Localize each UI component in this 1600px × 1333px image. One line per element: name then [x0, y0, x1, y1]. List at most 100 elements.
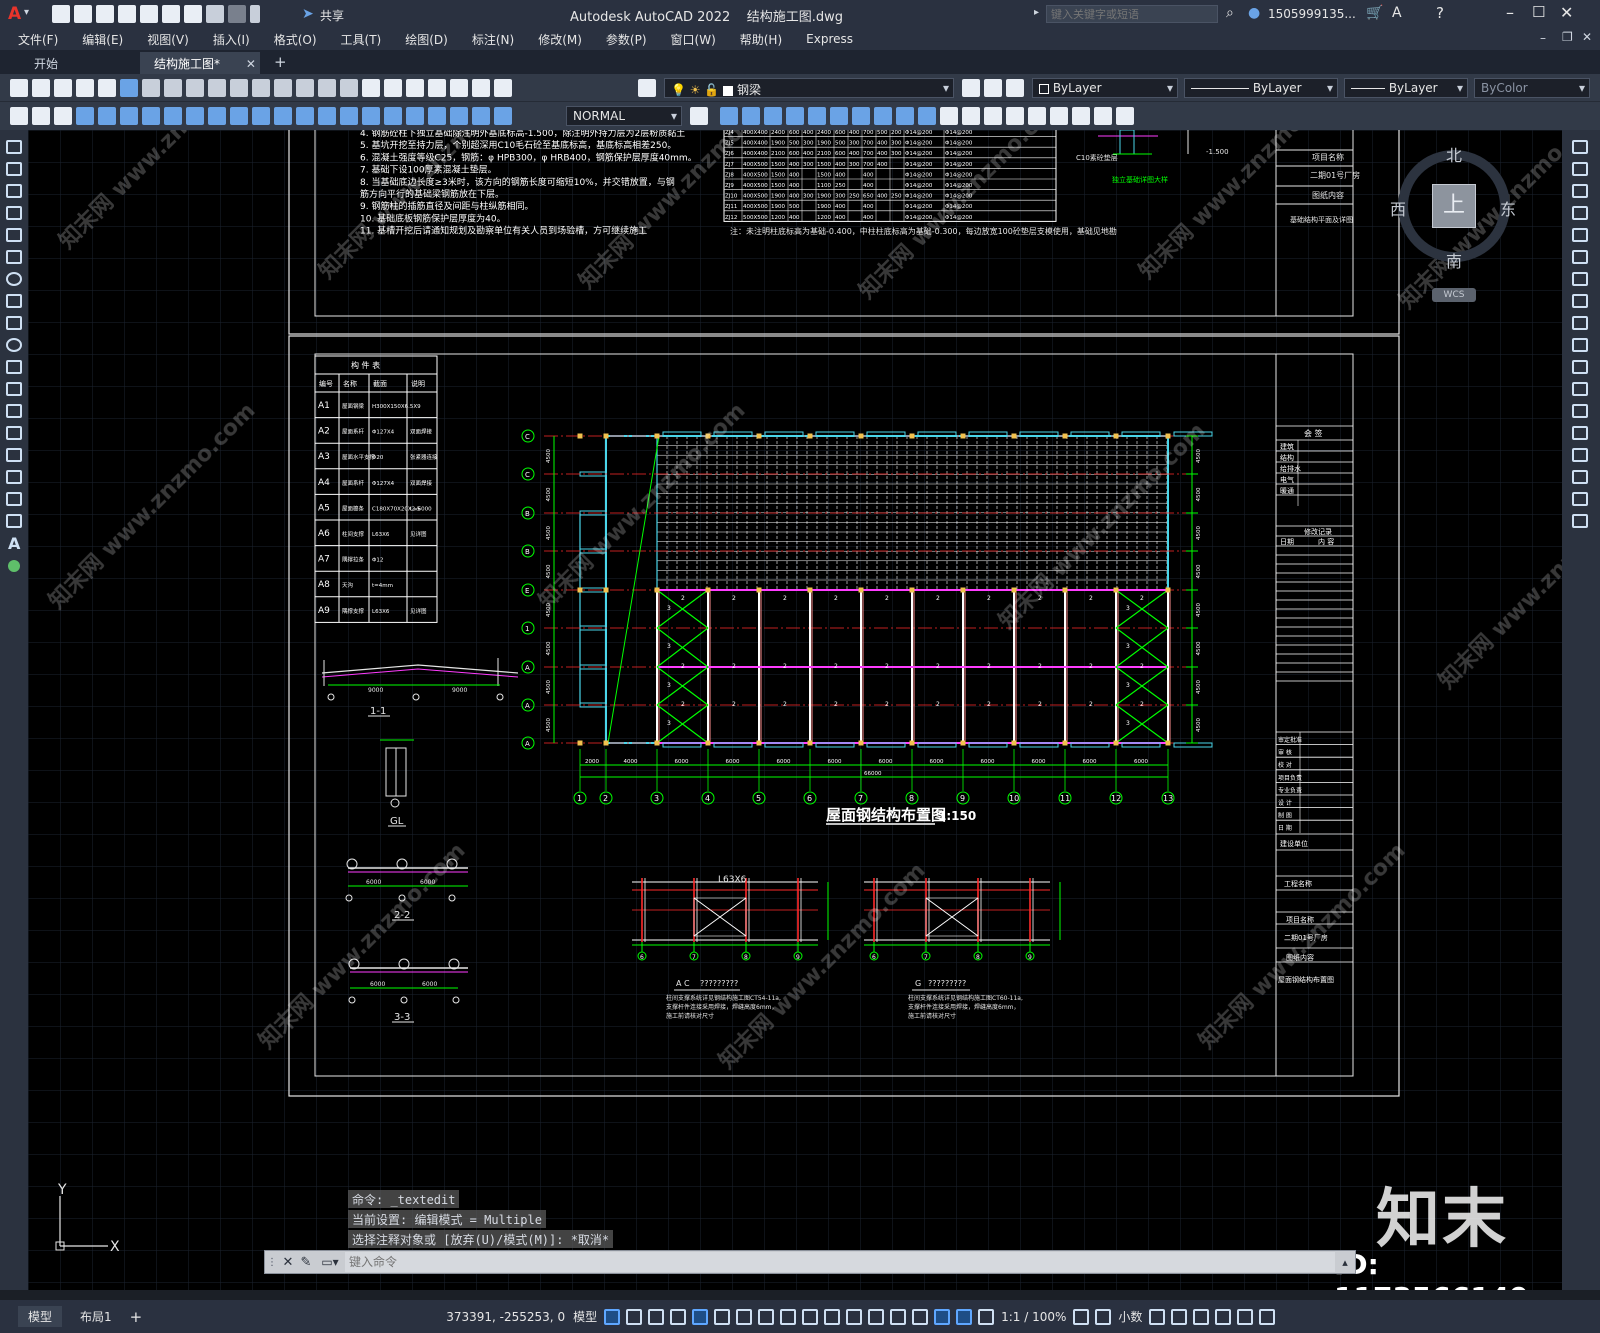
- fillet-icon[interactable]: [1572, 470, 1588, 484]
- app-menu-chevron-icon[interactable]: ▾: [24, 7, 29, 18]
- center-mark-icon[interactable]: [384, 107, 402, 125]
- user-name[interactable]: 1505999135...: [1268, 7, 1356, 21]
- tab-layout1[interactable]: 布局1: [70, 1306, 122, 1327]
- view-se-iso-icon[interactable]: [874, 107, 892, 125]
- search-input[interactable]: [1046, 5, 1218, 23]
- ucs-previous-icon[interactable]: [1094, 107, 1112, 125]
- plot-toolbar-icon[interactable]: [76, 79, 94, 97]
- viewcube-north[interactable]: 北: [1446, 142, 1462, 166]
- construction-line-icon[interactable]: [6, 162, 22, 176]
- design-center-icon[interactable]: [384, 79, 402, 97]
- multiline-text-icon[interactable]: A: [8, 534, 20, 553]
- zoom-previous-icon[interactable]: [340, 79, 358, 97]
- view-nw-iso-icon[interactable]: [918, 107, 936, 125]
- command-grip-icon[interactable]: ⋮: [265, 1257, 279, 1268]
- explode-icon[interactable]: [1572, 514, 1588, 528]
- command-recent-icon[interactable]: ▭▾: [315, 1255, 345, 1269]
- continue-dim-icon[interactable]: [296, 107, 314, 125]
- wcs-menu[interactable]: WCS: [1432, 288, 1476, 302]
- ortho-toggle-icon[interactable]: [692, 1308, 709, 1325]
- angular-dim-icon[interactable]: [230, 107, 248, 125]
- undo-toolbar-icon[interactable]: [230, 79, 248, 97]
- arc-icon[interactable]: [6, 250, 22, 264]
- save-as-icon[interactable]: [118, 5, 136, 23]
- zoom-window-icon[interactable]: [318, 79, 336, 97]
- open-file-icon[interactable]: [74, 5, 92, 23]
- copy-icon[interactable]: [164, 79, 182, 97]
- circle-icon[interactable]: [6, 272, 22, 286]
- viewcube-west[interactable]: 西: [1390, 196, 1406, 220]
- dim-break-icon[interactable]: [340, 107, 358, 125]
- camera-icon[interactable]: [940, 107, 958, 125]
- ellipse-arc-icon[interactable]: [6, 360, 22, 374]
- qnew-icon[interactable]: [10, 79, 28, 97]
- help-icon[interactable]: ?: [1436, 4, 1444, 22]
- match-properties-icon[interactable]: [208, 79, 226, 97]
- erase-icon[interactable]: [1572, 140, 1588, 154]
- rectangle-icon[interactable]: [6, 228, 22, 242]
- join-icon[interactable]: [1572, 426, 1588, 440]
- help-toolbar-icon[interactable]: [494, 79, 512, 97]
- hatch-icon[interactable]: [6, 448, 22, 462]
- doc-close-icon[interactable]: ✕: [1582, 30, 1592, 44]
- lineweight-dropdown[interactable]: ByLayer ▾: [1344, 78, 1468, 98]
- close-icon[interactable]: ✕: [1560, 3, 1573, 22]
- text-style-dropdown[interactable]: NORMAL ▾: [566, 106, 682, 126]
- menu-file[interactable]: 文件(F): [0, 31, 70, 48]
- paste-icon[interactable]: [186, 79, 204, 97]
- dim-update-icon[interactable]: [494, 107, 512, 125]
- dim-edit-icon[interactable]: [450, 107, 468, 125]
- table-icon[interactable]: [6, 514, 22, 528]
- markup-icon[interactable]: [450, 79, 468, 97]
- cut-icon[interactable]: [142, 79, 160, 97]
- grid-toggle-icon[interactable]: [604, 1308, 621, 1325]
- view-bottom-icon[interactable]: [742, 107, 760, 125]
- view-left-icon[interactable]: [764, 107, 782, 125]
- lock-ui-icon[interactable]: [1171, 1308, 1188, 1325]
- drawing-canvas[interactable]: 4. 钢筋砼柱下独立基础除注明外基底标高-1.500，除注明外持力层为2层粉质黏…: [28, 130, 1562, 1290]
- layer-properties-icon[interactable]: [638, 79, 656, 97]
- search-expand-icon[interactable]: ▸: [1034, 7, 1039, 18]
- command-close-icon[interactable]: ✕: [279, 1255, 297, 1270]
- spline-icon[interactable]: [6, 316, 22, 330]
- user-icon[interactable]: ●: [1248, 5, 1260, 21]
- linear-dim-icon[interactable]: [76, 107, 94, 125]
- tab-model[interactable]: 模型: [18, 1306, 63, 1327]
- isolate-objects-icon[interactable]: [1193, 1308, 1210, 1325]
- menu-tools[interactable]: 工具(T): [329, 31, 394, 48]
- search-icon[interactable]: ⌕: [1226, 5, 1234, 21]
- ucs-face-icon[interactable]: [1116, 107, 1134, 125]
- new-tab-button[interactable]: +: [260, 52, 301, 74]
- doc-restore-icon[interactable]: ❐: [1562, 30, 1573, 44]
- color-dropdown[interactable]: ByLayer ▾: [1032, 78, 1178, 98]
- menu-express[interactable]: Express: [794, 32, 865, 46]
- object-snap-icon[interactable]: [780, 1308, 797, 1325]
- annotation-monitor-icon[interactable]: [1095, 1308, 1112, 1325]
- visual-style-2d-icon[interactable]: [962, 107, 980, 125]
- command-customize-icon[interactable]: ✎: [297, 1255, 315, 1270]
- viewcube[interactable]: 上 北 南 东 西: [1390, 146, 1516, 271]
- menu-modify[interactable]: 修改(M): [526, 31, 594, 48]
- aligned-dim-icon[interactable]: [98, 107, 116, 125]
- annotation-visibility-icon[interactable]: [956, 1308, 973, 1325]
- dim-text-edit-icon[interactable]: [472, 107, 490, 125]
- cart-icon[interactable]: 🛒: [1366, 5, 1383, 21]
- break-icon[interactable]: [1572, 404, 1588, 418]
- trim-icon[interactable]: [1572, 338, 1588, 352]
- line-icon[interactable]: [6, 140, 22, 154]
- tab-structure-drawing[interactable]: 结构施工图* ✕: [140, 52, 260, 74]
- radius-dim-icon[interactable]: [164, 107, 182, 125]
- layer-previous-icon[interactable]: [984, 79, 1002, 97]
- polar-tracking-icon[interactable]: [714, 1308, 731, 1325]
- save-icon[interactable]: [96, 5, 114, 23]
- viewcube-south[interactable]: 南: [1446, 248, 1462, 272]
- command-input[interactable]: [345, 1252, 1335, 1272]
- menu-edit[interactable]: 编辑(E): [70, 31, 135, 48]
- new-file-icon[interactable]: [52, 5, 70, 23]
- chamfer-icon[interactable]: [1572, 448, 1588, 462]
- break-at-point-icon[interactable]: [1572, 382, 1588, 396]
- menu-help[interactable]: 帮助(H): [728, 31, 794, 48]
- open-icon[interactable]: [32, 79, 50, 97]
- inspection-icon[interactable]: [406, 107, 424, 125]
- dim-space-icon[interactable]: [318, 107, 336, 125]
